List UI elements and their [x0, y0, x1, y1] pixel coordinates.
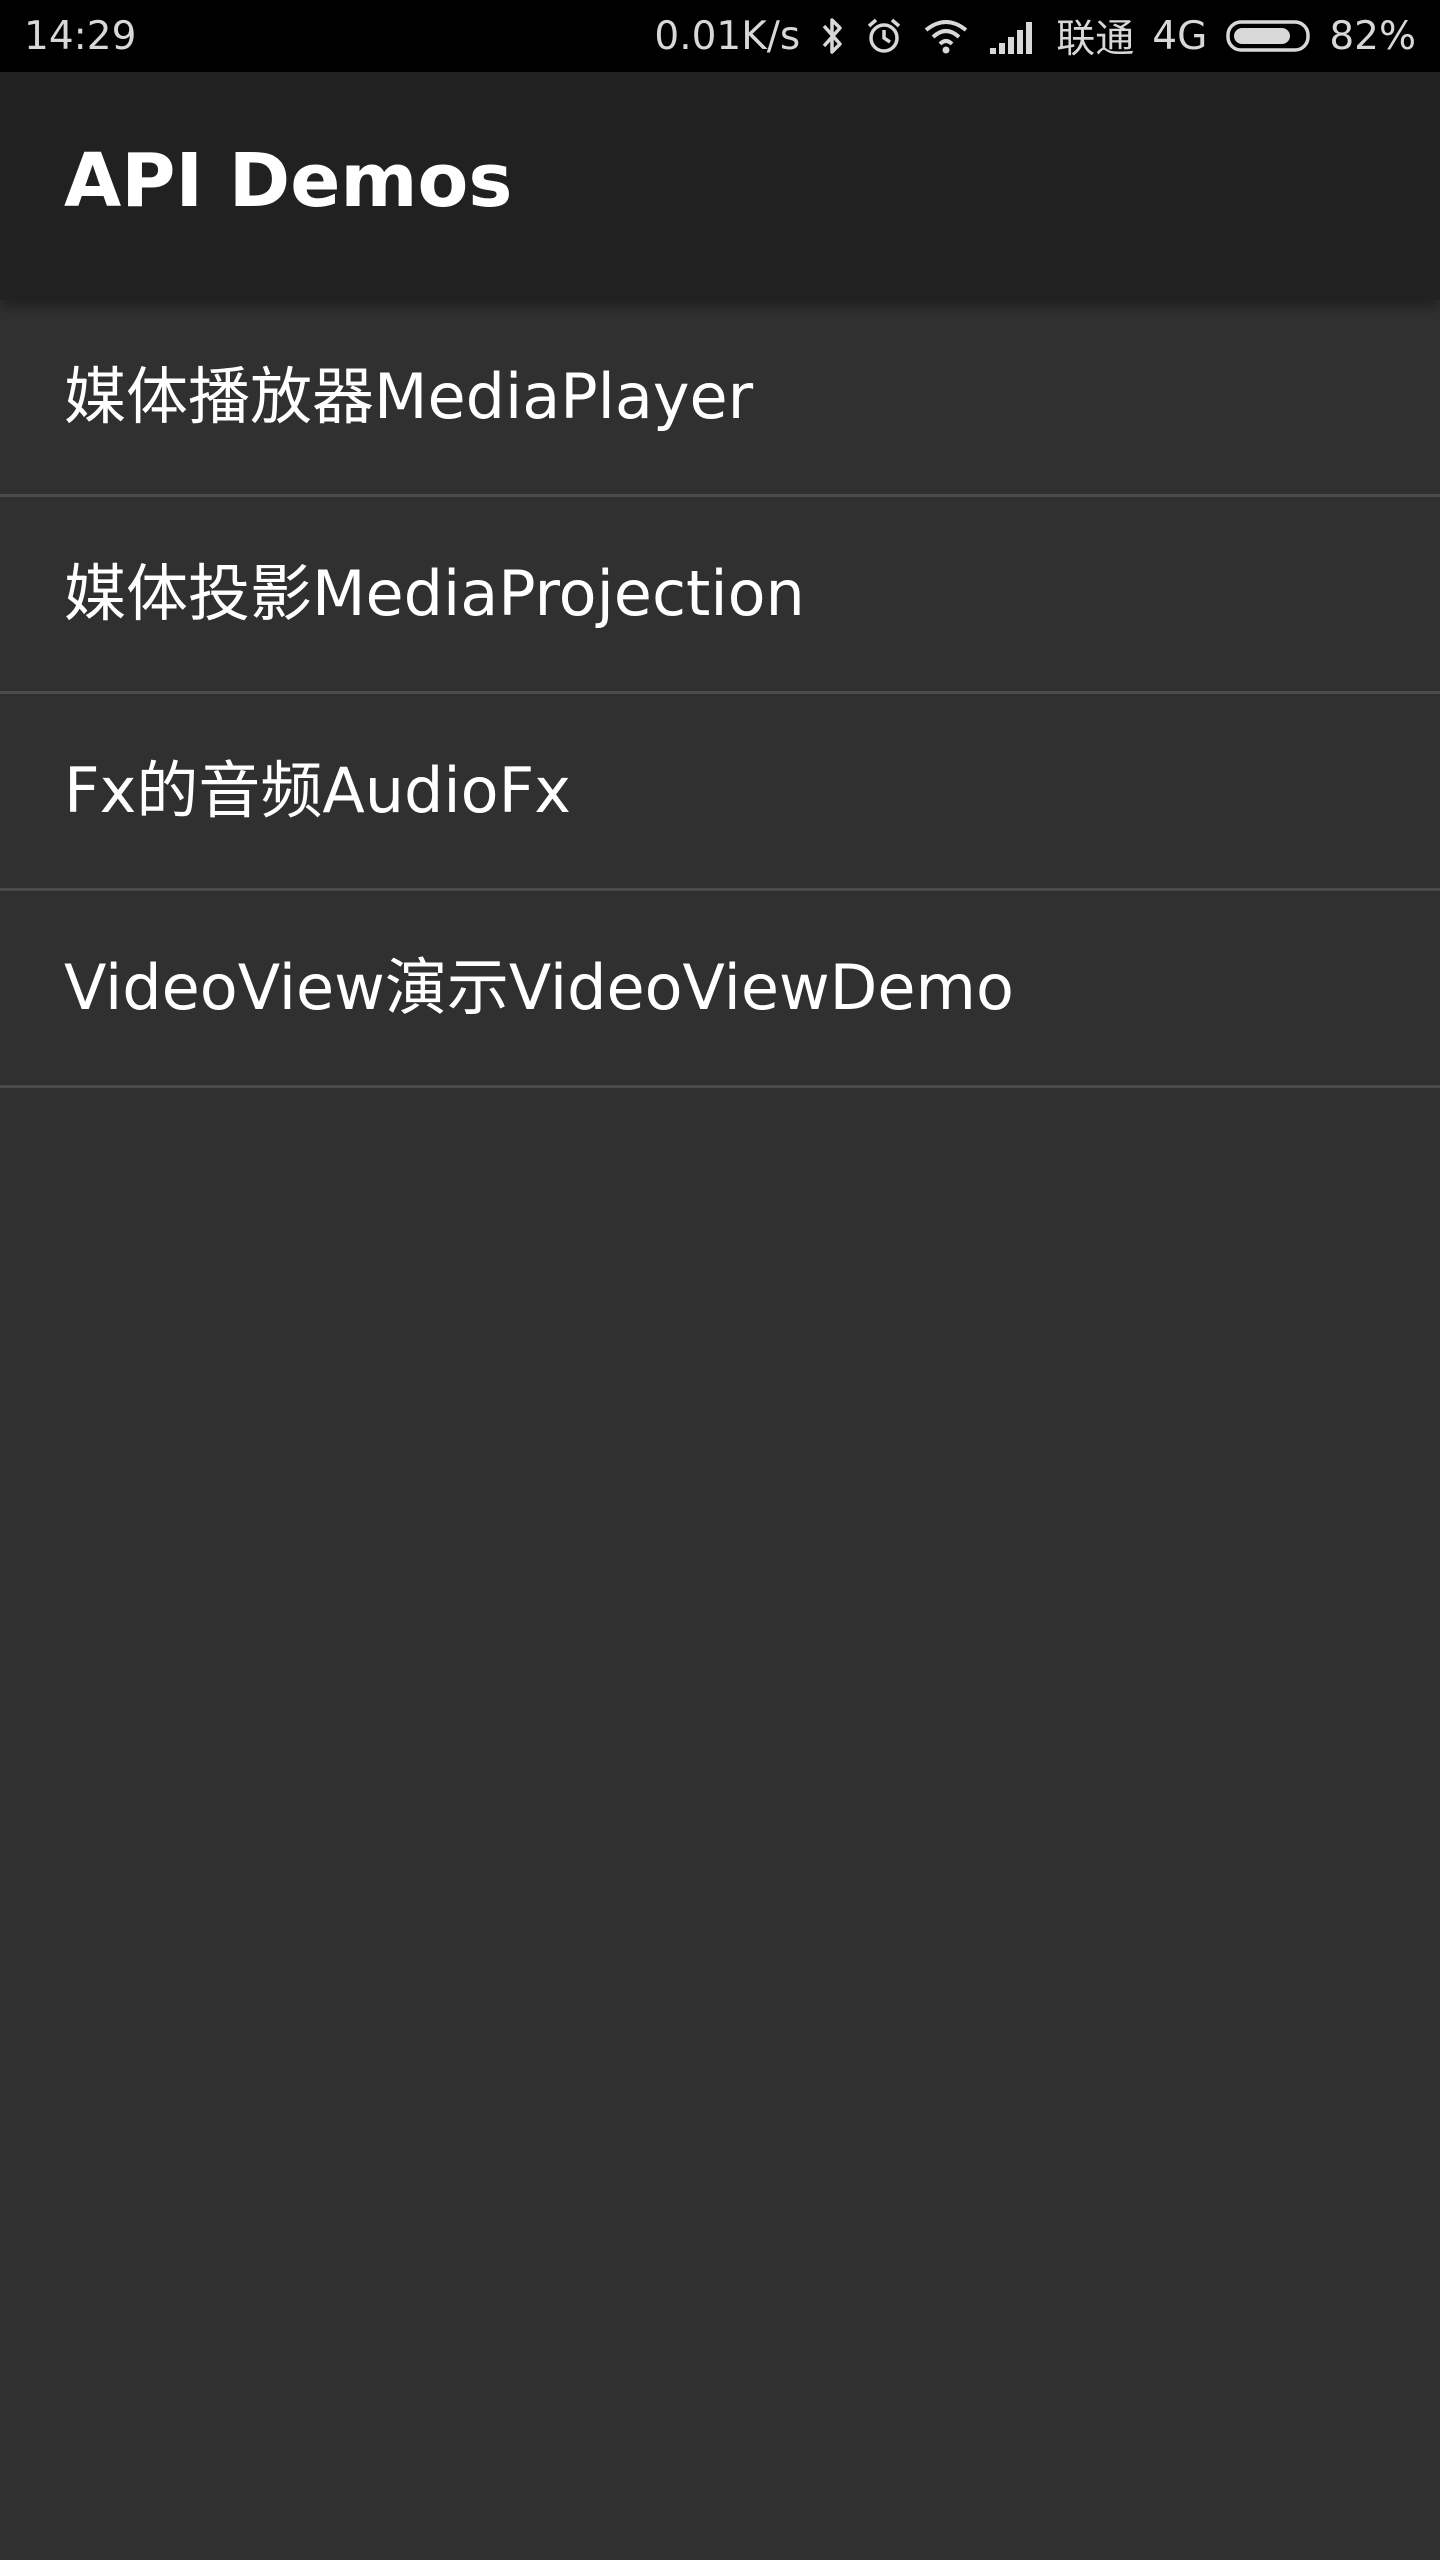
list-item-media-projection[interactable]: 媒体投影MediaProjection — [0, 497, 1440, 694]
status-net-speed: 0.01K/s — [654, 13, 801, 59]
carrier-name: 联通 — [1056, 17, 1135, 62]
demo-list: 媒体播放器MediaPlayer 媒体投影MediaProjection Fx的… — [0, 300, 1440, 1088]
list-item-audio-fx[interactable]: Fx的音频AudioFx — [0, 694, 1440, 891]
battery-percent: 82% — [1329, 13, 1416, 59]
list-item-label: VideoView演示VideoViewDemo — [64, 951, 1014, 1024]
network-type: 4G — [1152, 13, 1208, 59]
wifi-icon — [922, 16, 970, 56]
list-item-label: 媒体播放器MediaPlayer — [64, 360, 754, 433]
signal-icon — [988, 16, 1038, 56]
status-time: 14:29 — [24, 13, 137, 59]
status-bar: 14:29 0.01K/s 联通 4G 82% — [0, 0, 1440, 72]
list-item-label: Fx的音频AudioFx — [64, 754, 571, 827]
list-item-label: 媒体投影MediaProjection — [64, 557, 805, 630]
page-title: API Demos — [64, 138, 513, 224]
battery-indicator: 82% — [1225, 14, 1416, 59]
battery-icon — [1225, 16, 1315, 56]
list-item-video-view-demo[interactable]: VideoView演示VideoViewDemo — [0, 891, 1440, 1088]
alarm-icon — [864, 16, 904, 56]
app-bar: API Demos — [0, 72, 1440, 300]
list-item-media-player[interactable]: 媒体播放器MediaPlayer — [0, 300, 1440, 497]
bluetooth-icon — [818, 16, 846, 56]
